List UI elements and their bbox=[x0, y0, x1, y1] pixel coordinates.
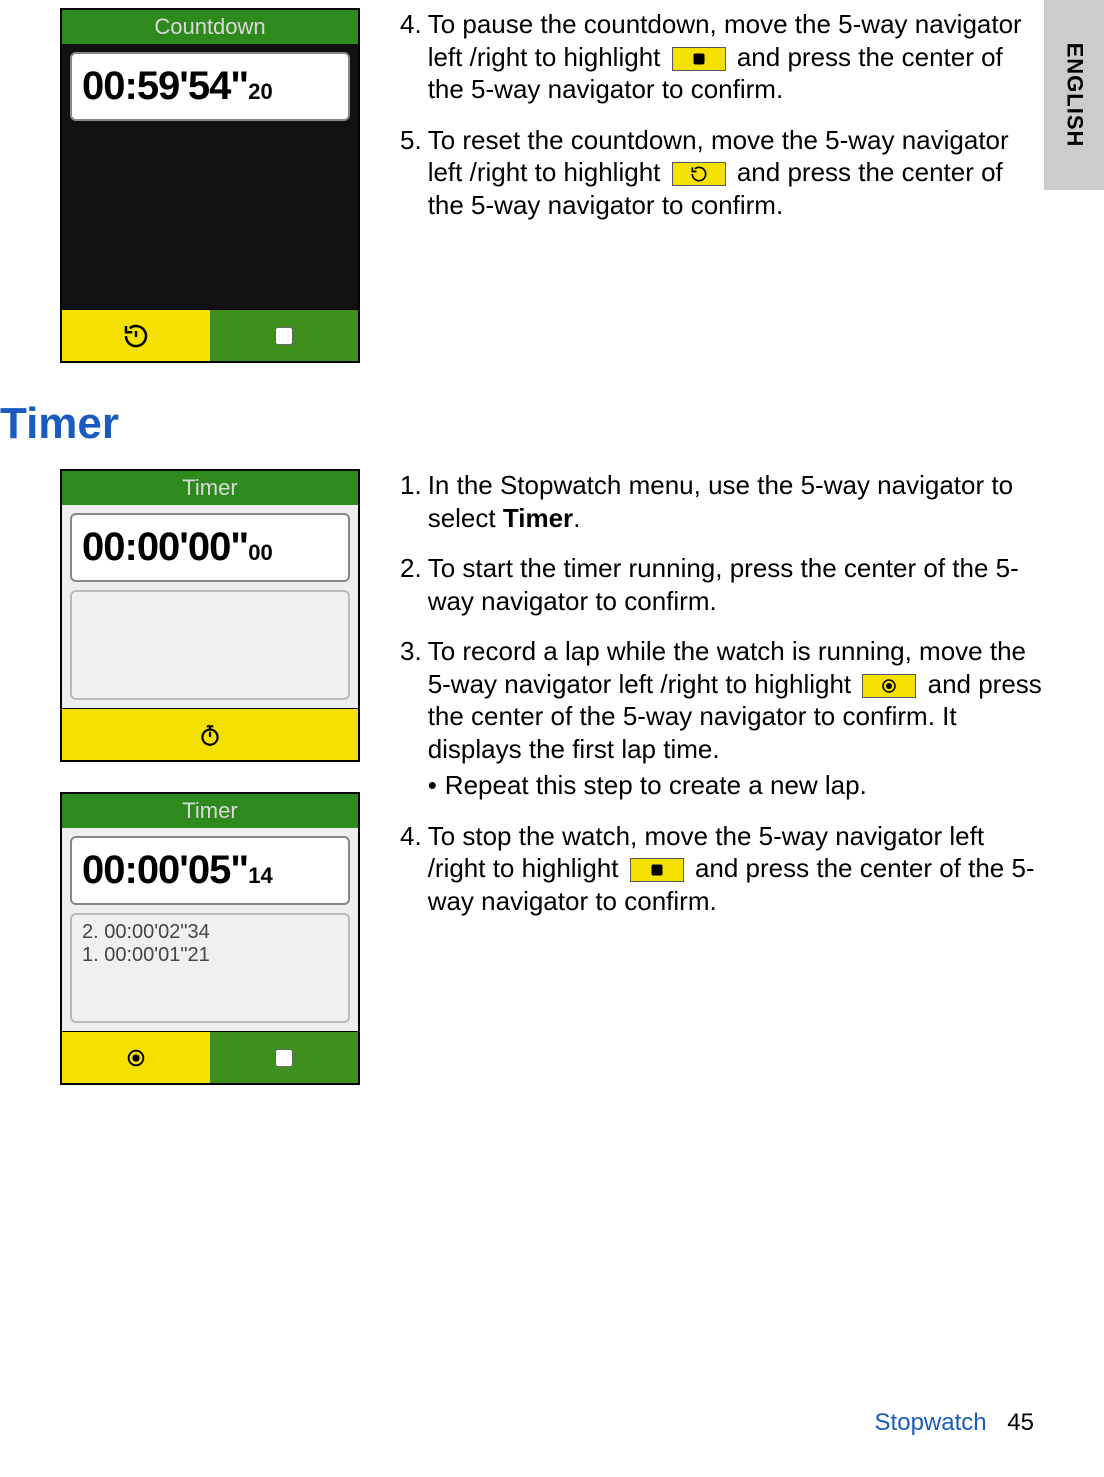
device-title: Timer bbox=[62, 794, 358, 828]
timer2-lap-panel: 2. 00:00'02"34 1. 00:00'01"21 bbox=[70, 913, 350, 1023]
timer1-start-button[interactable] bbox=[62, 708, 358, 760]
countdown-row: Countdown 00:59'54"20 bbox=[0, 8, 1044, 363]
footer-page-number: 45 bbox=[1007, 1409, 1034, 1436]
t1-bold: Timer bbox=[503, 503, 573, 533]
timer1-time-sub: 00 bbox=[248, 540, 272, 565]
step-number: 4. bbox=[400, 8, 422, 106]
record-icon bbox=[862, 674, 916, 698]
countdown-step-5: 5. To reset the countdown, move the 5-wa… bbox=[400, 124, 1044, 222]
timer1-time-main: 00:00'00" bbox=[82, 525, 248, 569]
footer-chapter: Stopwatch bbox=[875, 1409, 987, 1436]
stop-icon bbox=[275, 327, 293, 345]
device-title: Timer bbox=[62, 471, 358, 505]
timer-step-4: 4. To stop the watch, move the 5-way nav… bbox=[400, 820, 1044, 918]
step-number: 2. bbox=[400, 552, 422, 617]
step-number: 1. bbox=[400, 469, 422, 534]
countdown-stop-button[interactable] bbox=[210, 309, 358, 361]
timer-step-1: 1. In the Stopwatch menu, use the 5-way … bbox=[400, 469, 1044, 534]
language-tab-label: ENGLISH bbox=[1061, 43, 1087, 148]
timer2-lap-button[interactable] bbox=[62, 1031, 210, 1083]
t2-text: To start the timer running, press the ce… bbox=[428, 552, 1044, 617]
timer-row: Timer 00:00'00"00 Timer 00:00 bbox=[0, 469, 1044, 1085]
stop-icon bbox=[275, 1049, 293, 1067]
countdown-reset-button[interactable] bbox=[62, 309, 210, 361]
timer2-time-sub: 14 bbox=[248, 863, 272, 888]
reset-icon bbox=[121, 321, 151, 351]
timer1-time-panel: 00:00'00"00 bbox=[70, 513, 350, 582]
countdown-time-sub: 20 bbox=[248, 79, 272, 104]
lap-row: 2. 00:00'02"34 bbox=[82, 921, 338, 944]
stop-icon bbox=[630, 858, 684, 882]
reset-icon bbox=[672, 162, 726, 186]
countdown-step-4: 4. To pause the countdown, move the 5-wa… bbox=[400, 8, 1044, 106]
t1-post: . bbox=[573, 503, 580, 533]
device-timer-1: Timer 00:00'00"00 bbox=[60, 469, 360, 762]
countdown-time-main: 00:59'54" bbox=[82, 64, 248, 108]
step-number: 4. bbox=[400, 820, 422, 918]
countdown-body-spacer bbox=[70, 121, 350, 301]
timer-step-3: 3. To record a lap while the watch is ru… bbox=[400, 635, 1044, 802]
timer2-time-main: 00:00'05" bbox=[82, 848, 248, 892]
timer2-stop-button[interactable] bbox=[210, 1031, 358, 1083]
bullet-icon: • bbox=[428, 769, 437, 802]
device-timer-2: Timer 00:00'05"14 2. 00:00'02"34 1. 00:0… bbox=[60, 792, 360, 1085]
timer1-lap-panel bbox=[70, 590, 350, 700]
t3-bullet: Repeat this step to create a new lap. bbox=[445, 769, 867, 802]
countdown-time-panel: 00:59'54"20 bbox=[70, 52, 350, 121]
record-icon bbox=[125, 1047, 147, 1069]
stop-icon bbox=[672, 47, 726, 71]
page-footer: Stopwatch 45 bbox=[875, 1409, 1034, 1437]
device-title: Countdown bbox=[62, 10, 358, 44]
section-title-timer: Timer bbox=[0, 399, 1044, 449]
device-countdown: Countdown 00:59'54"20 bbox=[60, 8, 360, 363]
timer2-time-panel: 00:00'05"14 bbox=[70, 836, 350, 905]
step-number: 3. bbox=[400, 635, 422, 802]
language-tab: ENGLISH bbox=[1044, 0, 1104, 190]
lap-row: 1. 00:00'01"21 bbox=[82, 944, 338, 967]
step-number: 5. bbox=[400, 124, 422, 222]
stopwatch-icon bbox=[197, 722, 223, 748]
timer-step-2: 2. To start the timer running, press the… bbox=[400, 552, 1044, 617]
